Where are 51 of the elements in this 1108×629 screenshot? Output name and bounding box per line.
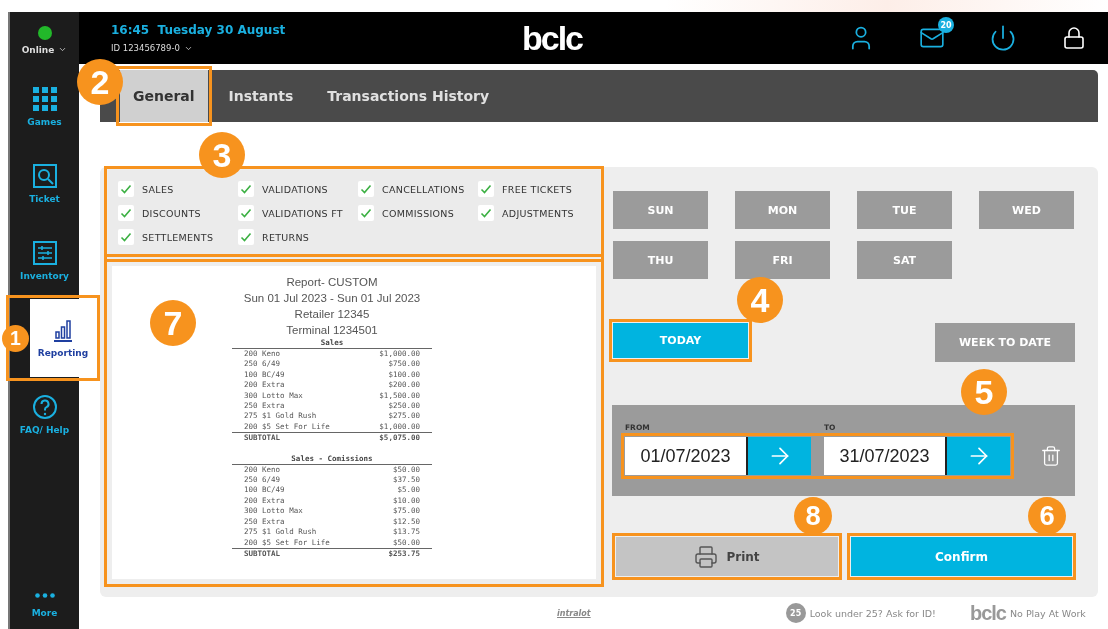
tab[interactable]: Instants — [215, 70, 307, 122]
help-icon — [32, 394, 57, 419]
date-field[interactable]: 31/07/2023 — [824, 437, 947, 475]
filter-checkbox[interactable]: CANCELLATIONS — [358, 177, 478, 201]
filter-checkbox[interactable]: VALIDATIONS FT — [238, 201, 358, 225]
status-dropdown[interactable]: Online — [21, 44, 68, 55]
callout-badge: 1 — [2, 324, 29, 352]
report-heading: Retailer 12345 — [293, 307, 371, 322]
vendor-logo: intralot — [557, 608, 591, 618]
chevron-down-icon — [58, 45, 68, 54]
filter-checkbox[interactable]: VALIDATIONS — [238, 177, 358, 201]
tab[interactable]: General — [120, 70, 208, 122]
search-icon — [32, 163, 57, 188]
nav-item[interactable]: Games — [10, 76, 79, 137]
age-badge: 25 — [785, 603, 806, 623]
terminal-id-dropdown[interactable]: ID 123456789-0 — [111, 43, 522, 53]
date-field[interactable]: 01/07/2023 — [625, 437, 748, 475]
bar-chart-icon — [51, 317, 75, 342]
filter-checkbox[interactable]: DISCOUNTS — [118, 201, 238, 225]
date-time: 16:45 Tuesday 30 August — [111, 23, 287, 37]
slogan: No Play At Work — [1009, 607, 1086, 619]
filter-checkbox[interactable]: FREE TICKETS — [478, 177, 598, 201]
grid-icon — [32, 86, 57, 111]
trash-icon[interactable] — [1040, 444, 1062, 468]
filter-checkbox[interactable]: RETURNS — [238, 225, 358, 249]
callout-badge: 8 — [794, 497, 832, 535]
callout-badge: 5 — [961, 369, 1007, 415]
callout-badge: 3 — [199, 132, 245, 178]
nav-item[interactable]: FAQ/ Help — [10, 384, 79, 445]
report-heading: Terminal 1234501 — [285, 323, 379, 338]
brand-logo: bclc — [969, 601, 1006, 625]
filter-checkbox[interactable]: SETTLEMENTS — [118, 225, 238, 249]
age-notice: Look under 25? Ask for ID! — [809, 607, 936, 619]
power-button[interactable] — [989, 24, 1017, 52]
dots-icon — [34, 593, 55, 598]
sliders-icon — [32, 240, 57, 265]
nav-item[interactable]: Inventory — [10, 230, 79, 291]
filter-checkbox[interactable]: SALES — [118, 177, 238, 201]
callout-badge: 6 — [1028, 497, 1066, 535]
print-button[interactable]: Print — [616, 537, 838, 576]
filter-checkbox[interactable]: ADJUSTMENTS — [478, 201, 598, 225]
more-button[interactable]: More — [10, 592, 79, 619]
count-badge: 20 — [938, 17, 954, 33]
report-heading: Sun 01 Jul 2023 - Sun 01 Jul 2023 — [242, 291, 422, 306]
callout-badge: 4 — [737, 277, 783, 323]
tab[interactable]: Transactions History — [314, 70, 503, 122]
printer-icon — [694, 544, 719, 569]
nav-item[interactable]: Ticket — [10, 153, 79, 214]
report-heading: Report- CUSTOM — [285, 275, 379, 290]
logo: bclc — [522, 21, 583, 55]
filter-checkbox[interactable]: COMMISSIONS — [358, 201, 478, 225]
